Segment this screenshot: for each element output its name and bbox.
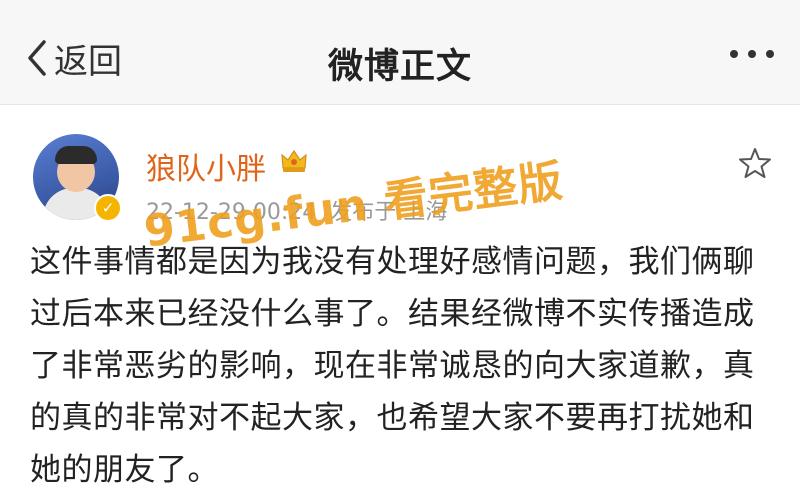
more-icon[interactable]: [730, 50, 774, 58]
top-nav-bar: 返回 微博正文: [0, 0, 800, 105]
more-dot: [748, 50, 756, 58]
page-title: 微博正文: [327, 47, 472, 87]
more-dot: [730, 50, 738, 58]
avatar-hair: [55, 146, 97, 164]
more-dot: [766, 50, 774, 58]
post-meta: 22-12-29 00:24 发布于 上海: [146, 194, 447, 226]
verified-icon: ✓: [94, 194, 122, 222]
post-content: 这件事情都是因为我没有处理好感情问题，我们俩聊过后本来已经没什么事了。结果经微博…: [30, 244, 755, 488]
crown-icon: [281, 149, 307, 172]
username[interactable]: 狼队小胖: [146, 144, 266, 188]
post-timestamp: 22-12-29 00:24: [146, 200, 317, 225]
avatar[interactable]: ✓: [30, 128, 122, 222]
star-icon[interactable]: [738, 146, 772, 180]
post-location: 发布于 上海: [330, 200, 448, 225]
